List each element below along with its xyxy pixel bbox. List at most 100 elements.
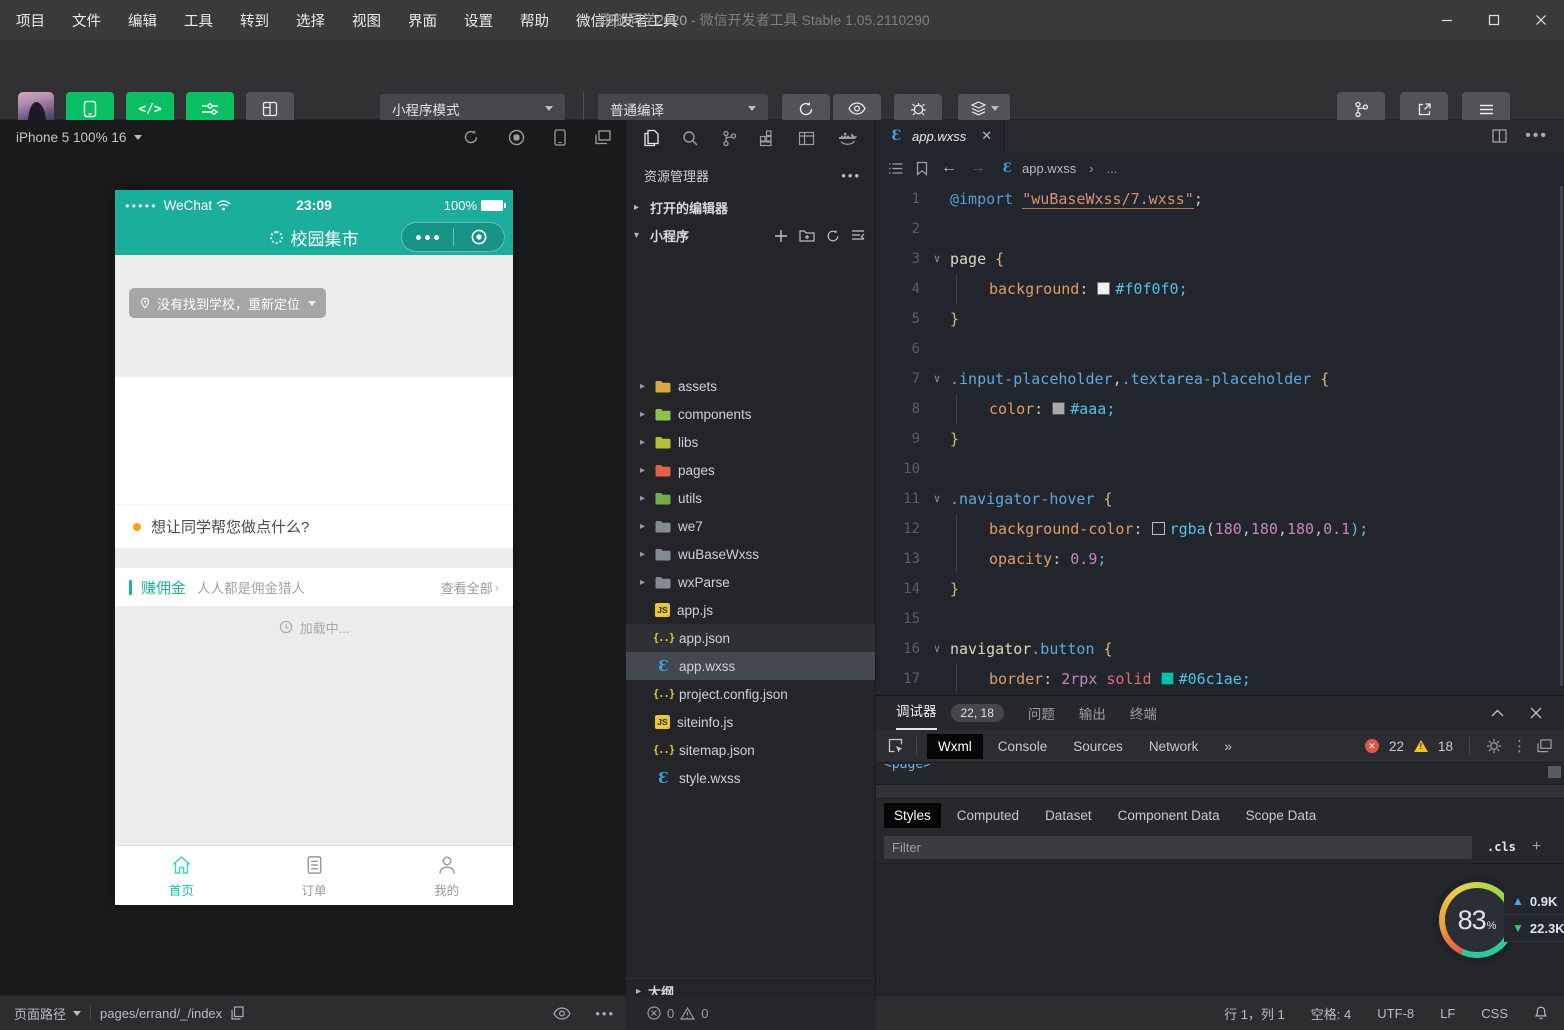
collapse-all-icon[interactable] bbox=[851, 229, 865, 242]
close-tab-icon[interactable]: ✕ bbox=[981, 128, 992, 144]
preview-button[interactable] bbox=[833, 94, 881, 123]
code-line-2[interactable]: 2 bbox=[876, 214, 1564, 244]
device-selector[interactable]: iPhone 5 100% 16 bbox=[16, 130, 126, 145]
indentation[interactable]: 空格: 4 bbox=[1311, 1004, 1351, 1023]
source-control-icon[interactable] bbox=[722, 130, 737, 147]
editor-scrollbar[interactable] bbox=[1560, 186, 1563, 686]
code-line-15[interactable]: 15 bbox=[876, 604, 1564, 634]
relocate-pill-button[interactable]: 没有找到学校，重新定位 bbox=[129, 288, 326, 318]
menu-item-编辑[interactable]: 编辑 bbox=[128, 10, 157, 31]
menu-item-文件[interactable]: 文件 bbox=[72, 10, 101, 31]
prompt-row[interactable]: 想让同学帮您做点什么? bbox=[115, 504, 513, 548]
editor-more-button[interactable]: ••• bbox=[1525, 127, 1548, 145]
close-capsule-button[interactable] bbox=[454, 228, 505, 246]
clear-cache-button[interactable] bbox=[958, 94, 1010, 123]
more-options-button[interactable]: ••• bbox=[595, 1006, 615, 1021]
cls-toggle[interactable]: .cls bbox=[1487, 840, 1516, 854]
menu-item-转到[interactable]: 转到 bbox=[240, 10, 269, 31]
copy-icon[interactable] bbox=[231, 1006, 244, 1020]
page-path-label[interactable]: 页面路径 bbox=[14, 1004, 66, 1023]
devtools-tab-overflow[interactable]: » bbox=[1213, 734, 1243, 759]
eye-icon[interactable] bbox=[553, 1007, 571, 1020]
bookmark-icon[interactable] bbox=[916, 161, 928, 176]
tab-terminal[interactable]: 终端 bbox=[1130, 703, 1157, 723]
file-style.wxss[interactable]: Ɛstyle.wxss bbox=[626, 764, 875, 792]
forward-arrow-icon[interactable]: → bbox=[970, 159, 986, 177]
file-wuBaseWxss[interactable]: ▸wuBaseWxss bbox=[626, 540, 875, 568]
encoding[interactable]: UTF-8 bbox=[1377, 1006, 1414, 1021]
settings-gear-icon[interactable] bbox=[1486, 738, 1502, 754]
multi-window-icon[interactable] bbox=[595, 130, 611, 145]
code-line-17[interactable]: 17border: 2rpx solid #06c1ae; bbox=[876, 664, 1564, 694]
stop-record-icon[interactable] bbox=[508, 129, 525, 146]
device-frame-icon[interactable] bbox=[554, 129, 566, 146]
menu-item-项目[interactable]: 项目 bbox=[16, 10, 45, 31]
wxml-scrollbar-thumb[interactable] bbox=[1548, 766, 1561, 778]
language-mode[interactable]: CSS bbox=[1481, 1006, 1508, 1021]
close-panel-icon[interactable] bbox=[1530, 707, 1542, 719]
devtools-tab-wxml[interactable]: Wxml bbox=[927, 734, 983, 759]
devtools-tab-console[interactable]: Console bbox=[987, 734, 1059, 759]
docker-icon[interactable] bbox=[838, 131, 858, 146]
file-pages[interactable]: ▸pages bbox=[626, 456, 875, 484]
file-project.config.json[interactable]: {..}project.config.json bbox=[626, 680, 875, 708]
new-file-icon[interactable] bbox=[774, 229, 788, 243]
panel-splitter[interactable] bbox=[876, 784, 1564, 799]
menu-item-界面[interactable]: 界面 bbox=[408, 10, 437, 31]
problems-summary[interactable]: 0 0 bbox=[625, 996, 876, 1030]
section-open-editors[interactable]: ▸ 打开的编辑器 bbox=[626, 194, 875, 221]
file-app.wxss[interactable]: Ɛapp.wxss bbox=[626, 652, 875, 680]
tab-profile[interactable]: 我的 bbox=[380, 846, 513, 905]
code-line-11[interactable]: 11∨.navigator-hover { bbox=[876, 484, 1564, 514]
search-icon[interactable] bbox=[682, 130, 699, 147]
fold-icon[interactable]: ∨ bbox=[924, 484, 950, 514]
tab-output[interactable]: 输出 bbox=[1079, 703, 1106, 723]
remote-debug-button[interactable] bbox=[894, 94, 942, 123]
close-button[interactable] bbox=[1517, 0, 1564, 40]
add-style-button[interactable]: + bbox=[1532, 838, 1541, 856]
inspect-element-icon[interactable] bbox=[888, 738, 904, 754]
menu-item-设置[interactable]: 设置 bbox=[464, 10, 493, 31]
inspector-tab-scope-data[interactable]: Scope Data bbox=[1236, 803, 1327, 828]
compile-mode-select[interactable]: 普通编译 bbox=[598, 94, 768, 123]
code-line-14[interactable]: 14} bbox=[876, 574, 1564, 604]
notifications-bell-icon[interactable] bbox=[1534, 1005, 1548, 1021]
undock-icon[interactable] bbox=[1537, 739, 1552, 753]
inspector-tab-computed[interactable]: Computed bbox=[947, 803, 1029, 828]
color-swatch[interactable] bbox=[1161, 672, 1174, 685]
extensions-icon[interactable] bbox=[759, 130, 776, 147]
wxml-root-node[interactable]: <page> bbox=[876, 764, 1564, 772]
code-line-13[interactable]: 13opacity: 0.9; bbox=[876, 544, 1564, 574]
kebab-menu-icon[interactable]: ⋮ bbox=[1512, 737, 1527, 755]
file-assets[interactable]: ▸assets bbox=[626, 372, 875, 400]
code-line-9[interactable]: 9} bbox=[876, 424, 1564, 454]
tab-home[interactable]: 首页 bbox=[115, 846, 248, 905]
new-folder-icon[interactable] bbox=[799, 229, 815, 242]
eol-type[interactable]: LF bbox=[1440, 1006, 1455, 1021]
cursor-position[interactable]: 行 1，列 1 bbox=[1224, 1004, 1285, 1023]
files-icon[interactable] bbox=[643, 129, 660, 147]
menu-item-选择[interactable]: 选择 bbox=[296, 10, 325, 31]
view-all-link[interactable]: 查看全部› bbox=[441, 578, 499, 597]
devtools-tab-sources[interactable]: Sources bbox=[1062, 734, 1134, 759]
menu-item-工具[interactable]: 工具 bbox=[184, 10, 213, 31]
more-menu-button[interactable] bbox=[402, 235, 453, 240]
warning-count[interactable]: 18 bbox=[1438, 739, 1453, 754]
styles-filter-input[interactable]: Filter bbox=[884, 836, 1472, 859]
code-area[interactable]: 1@import "wuBaseWxss/7.wxss";23∨page {4b… bbox=[876, 184, 1564, 694]
code-line-6[interactable]: 6 bbox=[876, 334, 1564, 364]
tab-orders[interactable]: 订单 bbox=[248, 846, 381, 905]
fold-icon[interactable]: ∨ bbox=[924, 244, 950, 274]
refresh-icon[interactable] bbox=[826, 229, 840, 243]
tab-debugger[interactable]: 调试器 bbox=[896, 696, 937, 730]
file-libs[interactable]: ▸libs bbox=[626, 428, 875, 456]
file-app.json[interactable]: {..}app.json bbox=[626, 624, 875, 652]
code-line-7[interactable]: 7∨.input-placeholder,.textarea-placehold… bbox=[876, 364, 1564, 394]
code-line-3[interactable]: 3∨page { bbox=[876, 244, 1564, 274]
code-line-16[interactable]: 16∨navigator.button { bbox=[876, 634, 1564, 664]
inspector-tab-component-data[interactable]: Component Data bbox=[1108, 803, 1230, 828]
menu-item-帮助[interactable]: 帮助 bbox=[520, 10, 549, 31]
file-wxParse[interactable]: ▸wxParse bbox=[626, 568, 875, 596]
fold-icon[interactable]: ∨ bbox=[924, 634, 950, 664]
color-swatch[interactable] bbox=[1052, 402, 1065, 415]
